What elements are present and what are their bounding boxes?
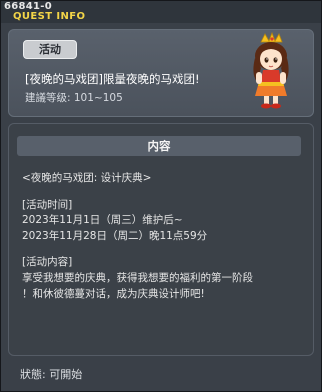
event-badge: 活动 — [23, 40, 77, 59]
quest-summary-panel: 活动 [夜晚的马戏团]限量夜晚的马戏团! 建議等级: 101~105 — [8, 29, 314, 117]
description-line: 享受我想要的庆典，获得我想要的福利的第一阶段 — [22, 271, 253, 284]
recommended-level: 建議等级: 101~105 — [25, 92, 123, 104]
description-line: [活动内容] — [22, 256, 73, 269]
title-bar[interactable]: 66841-0 QUEST INFO — [1, 1, 321, 23]
quest-title: [夜晚的马戏团]限量夜晚的马戏团! — [25, 72, 200, 86]
quest-status: 狀態: 可開始 — [20, 368, 83, 381]
description-line: 2023年11月1日（周三）维护后~ — [22, 214, 183, 227]
description-line: 2023年11月28日（周二）晚11点59分 — [22, 229, 208, 242]
quest-info-window: 66841-0 QUEST INFO 活动 [夜晚的马戏团]限量夜晚的马戏团! … — [0, 0, 322, 392]
content-section-header: 内容 — [17, 136, 301, 156]
description-line: <夜晚的马戏团: 设计庆典> — [22, 172, 152, 184]
description-line: [活动时间] — [22, 198, 73, 211]
window-title: QUEST INFO — [13, 11, 86, 22]
quest-description: <夜晚的马戏团: 设计庆典> [活动时间] 2023年11月1日（周三）维护后~… — [22, 171, 312, 302]
description-line: ！和休彼德蔓对话，成为庆典设计师吧! — [22, 287, 205, 300]
npc-character-portrait — [253, 32, 289, 109]
